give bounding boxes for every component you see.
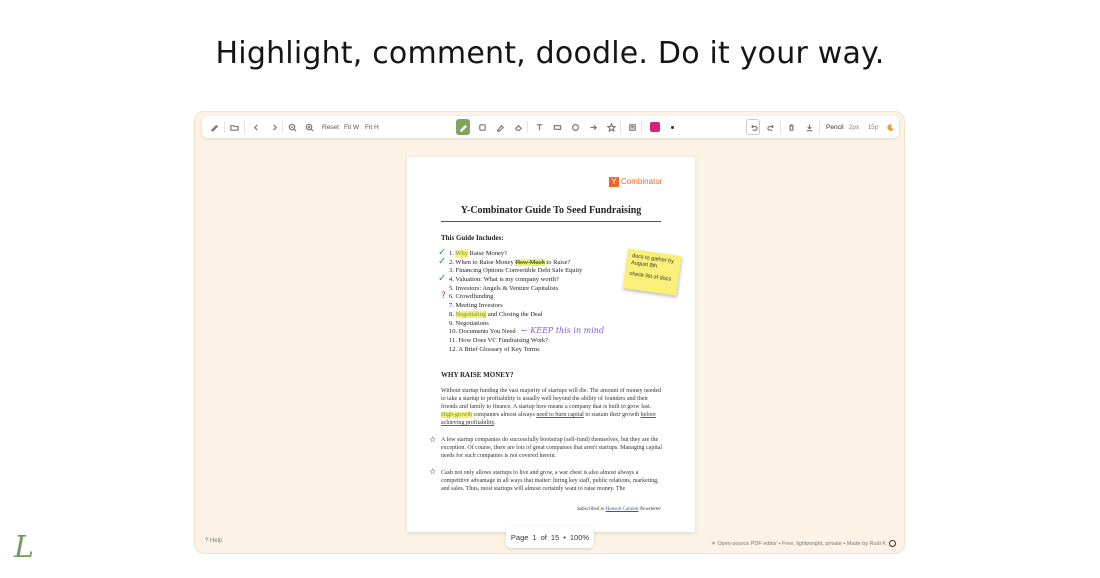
- dark-mode-toggle[interactable]: [884, 119, 896, 135]
- page-label: Page: [510, 532, 529, 542]
- toolbar-divider: [282, 121, 283, 133]
- paragraph: Cash not only allows startups to live an…: [441, 470, 659, 493]
- table-of-contents: 1. Why Raise Money? 2. When to Raise Mon…: [449, 250, 649, 354]
- toolbar-divider: [224, 121, 225, 133]
- edit-pen-icon[interactable]: [208, 119, 220, 135]
- app-logo-icon: L: [14, 530, 34, 565]
- sticky-note[interactable]: docs to gather by August 8th check list …: [622, 248, 682, 296]
- toc-item: 12. A Brief Glossary of Key Terms: [449, 345, 540, 353]
- toc-item: 1. Why Raise Money?: [449, 250, 508, 257]
- note-tool-icon[interactable]: [626, 119, 638, 135]
- toc-item: 3. Financing Options Convertible Debt Sa…: [449, 267, 583, 275]
- toolbar-divider: [527, 121, 528, 133]
- title-divider: [441, 221, 661, 222]
- stroke-size-label: 2px: [848, 123, 860, 131]
- handwritten-note: ← KEEP this in mind: [521, 326, 605, 335]
- page-of-label: of: [540, 532, 547, 542]
- toolbar-divider: [641, 121, 642, 133]
- fit-height-button[interactable]: Fit H: [365, 119, 379, 135]
- page-indicator: Page 1 of 15 • 100%: [506, 526, 594, 548]
- pdf-page[interactable]: Y Combinator Y-Combinator Guide To Seed …: [407, 157, 695, 532]
- yc-logo-badge: Y: [609, 177, 619, 187]
- guide-heading: This Guide Includes:: [441, 234, 504, 242]
- newsletter-link[interactable]: Hanson Catamit: [606, 507, 639, 512]
- eraser-tool-icon[interactable]: [512, 119, 524, 135]
- document-title: Y-Combinator Guide To Seed Fundraising: [460, 205, 642, 216]
- total-pages: 15: [550, 532, 560, 542]
- question-mark-annotation: ?: [441, 291, 446, 301]
- toolbar-divider: [819, 121, 820, 133]
- sticky-note-line: check list of docs: [629, 270, 672, 283]
- separator-dot: •: [563, 532, 566, 542]
- credits-text: ☀ Open-source PDF editor • Free, lightwe…: [710, 540, 886, 547]
- toolbar-divider: [620, 121, 621, 133]
- font-size-label: 15p: [867, 123, 879, 131]
- toc-item: 7. Meeting Investors: [449, 302, 503, 310]
- fit-width-button[interactable]: Fit W: [344, 119, 359, 135]
- arrow-tool-icon[interactable]: [587, 119, 599, 135]
- toc-item: 8. Negotiating and Closing the Deal: [449, 310, 543, 318]
- toolbar-divider: [244, 121, 245, 133]
- zoom-level: 100%: [569, 532, 590, 542]
- github-icon[interactable]: [889, 540, 896, 547]
- toc-item: 5. Investors: Angels & Venture Capitalis…: [449, 284, 559, 292]
- headline: Highlight, comment, doodle. Do it your w…: [215, 36, 885, 71]
- pdf-editor-app: Reset Fit W Fit H Pencil 2px 15p Y Combi…: [194, 111, 905, 554]
- star-stamp-icon[interactable]: [605, 119, 617, 135]
- select-tool-icon[interactable]: [476, 119, 488, 135]
- credits: ☀ Open-source PDF editor • Free, lightwe…: [711, 540, 896, 547]
- yc-logo-text: Combinator: [621, 177, 663, 186]
- toc-item: 6. Crowdfunding: [449, 293, 494, 301]
- previous-page-button[interactable]: [250, 119, 262, 135]
- text-tool-icon[interactable]: [533, 119, 545, 135]
- paragraph: A few startup companies do successfully …: [441, 437, 662, 460]
- download-icon[interactable]: [803, 119, 815, 135]
- highlighter-tool-icon[interactable]: [494, 119, 506, 135]
- reset-zoom-button[interactable]: Reset: [322, 119, 339, 135]
- redo-button[interactable]: [765, 119, 777, 135]
- help-link[interactable]: ? Help: [205, 538, 222, 544]
- current-tool-label: Pencil: [826, 123, 844, 131]
- toc-item: 2. When to Raise Money How Much to Raise…: [449, 258, 571, 266]
- color-picker-swatch[interactable]: [650, 122, 660, 132]
- pencil-tool-button[interactable]: [456, 119, 470, 135]
- star-stamp-annotation: ☆: [429, 435, 437, 444]
- current-page-input[interactable]: 1: [532, 533, 536, 542]
- rectangle-tool-icon[interactable]: [551, 119, 563, 135]
- paragraph: Without startup funding the vast majorit…: [441, 388, 662, 427]
- next-page-button[interactable]: [268, 119, 280, 135]
- toolbar: Reset Fit W Fit H Pencil 2px 15p: [202, 116, 899, 138]
- section-heading: WHY RAISE MONEY?: [441, 371, 514, 379]
- sticky-note-line: docs to gather by August 8th: [630, 253, 675, 270]
- star-stamp-annotation: ☆: [429, 467, 437, 476]
- stroke-width-dot[interactable]: [671, 125, 674, 129]
- toc-item: 4. Valuation: What is my company worth?: [449, 276, 559, 284]
- zoom-out-button[interactable]: [286, 119, 298, 135]
- toc-item: 11. How Does VC Fundraising Work?: [449, 336, 549, 344]
- checkmark-annotation: ✓: [438, 273, 447, 284]
- toolbar-divider: [780, 121, 781, 133]
- circle-tool-icon[interactable]: [569, 119, 581, 135]
- zoom-in-button[interactable]: [303, 119, 315, 135]
- trash-icon[interactable]: [785, 119, 797, 135]
- page-footer-note: Subscribed to Hanson Catamit Newsletter: [577, 507, 662, 512]
- undo-button[interactable]: [746, 119, 760, 135]
- checkmark-annotation: ✓: [438, 256, 447, 267]
- open-folder-button[interactable]: [228, 119, 240, 135]
